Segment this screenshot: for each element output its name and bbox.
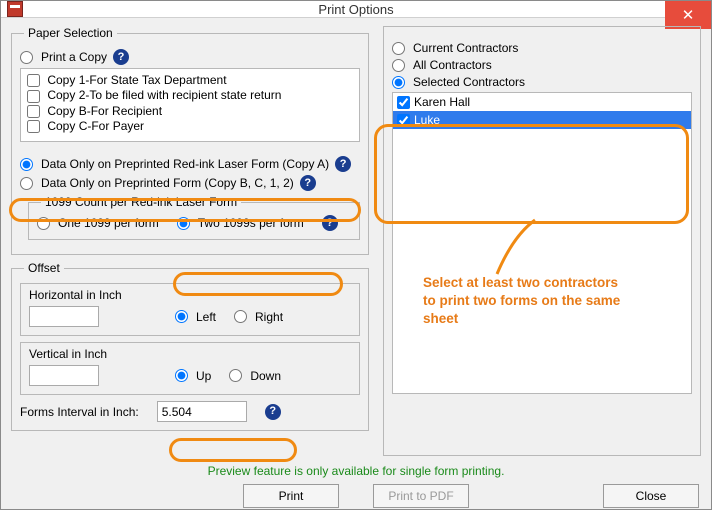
contractors-group: Current Contractors All Contractors Sele… [383,26,701,456]
print-button[interactable]: Print [243,484,339,508]
preview-note: Preview feature is only available for si… [11,464,701,478]
horizontal-label: Horizontal in Inch [29,288,351,302]
red-ink-label: Data Only on Preprinted Red-ink Laser Fo… [41,157,329,171]
help-icon[interactable]: ? [322,215,338,231]
print-pdf-button[interactable]: Print to PDF [373,484,469,508]
plain-form-radio[interactable]: Data Only on Preprinted Form (Copy B, C,… [20,176,294,190]
plain-form-label: Data Only on Preprinted Form (Copy B, C,… [41,176,294,190]
copy-checkbox[interactable]: Copy C-For Payer [27,119,144,133]
annotation-note: Select at least two contractors to print… [423,274,683,329]
offset-legend: Offset [24,261,64,275]
offset-vertical-box: Vertical in Inch Up Down [20,342,360,395]
interval-label: Forms Interval in Inch: [20,405,139,419]
close-button[interactable]: Close [603,484,699,508]
copy-checkbox[interactable]: Copy 1-For State Tax Department [27,73,227,87]
help-icon[interactable]: ? [113,49,129,65]
help-icon[interactable]: ? [335,156,351,172]
offset-left-radio[interactable]: Left [175,310,216,324]
two-per-form-radio[interactable]: Two 1099s per form [177,216,304,230]
print-a-copy-radio[interactable]: Print a Copy [20,50,107,64]
paper-selection-legend: Paper Selection [24,26,117,40]
list-item[interactable]: Karen Hall [393,93,691,111]
horizontal-input[interactable] [29,306,99,327]
red-ink-radio[interactable]: Data Only on Preprinted Red-ink Laser Fo… [20,157,329,171]
print-options-window: Print Options ✕ Paper Selection Print a … [0,0,712,510]
vertical-label: Vertical in Inch [29,347,351,361]
offset-up-radio[interactable]: Up [175,369,211,383]
vertical-input[interactable] [29,365,99,386]
button-bar: Print Print to PDF Close [11,484,701,508]
content-area: Paper Selection Print a Copy ? Copy 1-Fo… [1,18,711,514]
offset-right-radio[interactable]: Right [234,310,283,324]
contractor-checkbox[interactable] [397,114,410,127]
copy-checkbox[interactable]: Copy 2-To be filed with recipient state … [27,88,281,102]
window-title: Print Options [1,2,711,17]
help-icon[interactable]: ? [265,404,281,420]
copies-list: Copy 1-For State Tax Department Copy 2-T… [20,68,360,142]
count-group: 1099 Count per Red-ink Laser Form One 10… [28,195,360,240]
contractors-list[interactable]: Karen Hall Luke [392,92,692,394]
offset-horizontal-box: Horizontal in Inch Left Right [20,283,360,336]
offset-down-radio[interactable]: Down [229,369,281,383]
current-contractors-radio[interactable]: Current Contractors [392,41,518,55]
copy-checkbox[interactable]: Copy B-For Recipient [27,104,162,118]
count-legend: 1099 Count per Red-ink Laser Form [41,195,241,209]
selected-contractors-radio[interactable]: Selected Contractors [392,75,525,89]
interval-input[interactable] [157,401,247,422]
all-contractors-radio[interactable]: All Contractors [392,58,492,72]
titlebar: Print Options ✕ [1,1,711,18]
help-icon[interactable]: ? [300,175,316,191]
one-per-form-radio[interactable]: One 1099 per form [37,216,159,230]
paper-selection-group: Paper Selection Print a Copy ? Copy 1-Fo… [11,26,369,255]
list-item[interactable]: Luke [393,111,691,129]
contractor-checkbox[interactable] [397,96,410,109]
offset-group: Offset Horizontal in Inch Left Right Ver… [11,261,369,431]
print-a-copy-label: Print a Copy [41,50,107,64]
